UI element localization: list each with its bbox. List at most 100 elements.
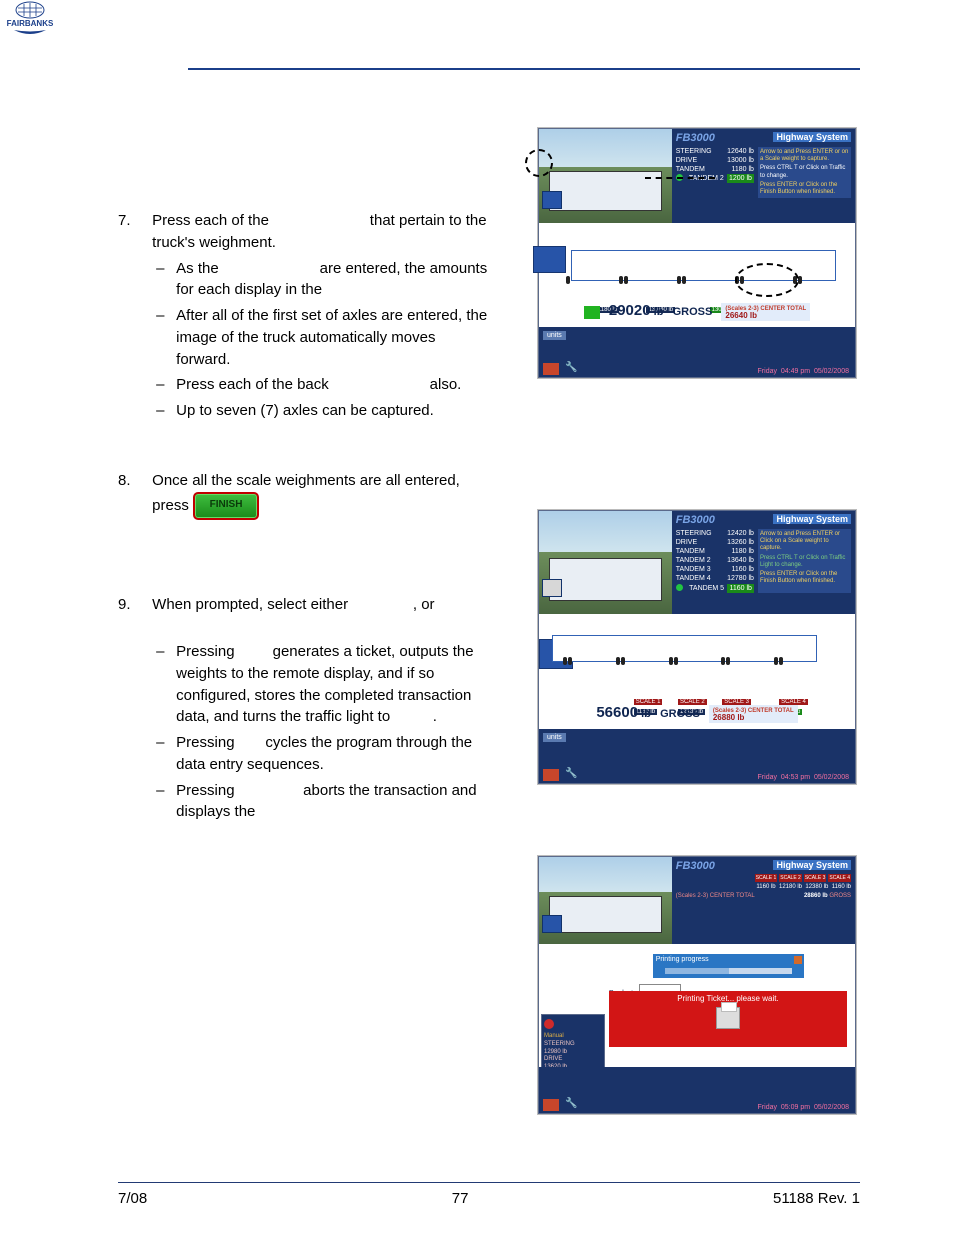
hint: Press ENTER or Click on the Finish Butto… (760, 182, 849, 196)
b: CANCEL. (152, 617, 217, 634)
sl: SCALE 2 (779, 874, 802, 882)
sl: SCALE 3 (804, 874, 827, 882)
footer-right: 51188 Rev. 1 (773, 1190, 860, 1207)
finish-button[interactable]: FINISH (193, 492, 259, 520)
footer-rule (118, 1182, 860, 1183)
units-tab[interactable]: units (543, 733, 566, 742)
red-led-icon (544, 1019, 554, 1029)
truck-diagram: 1180 lb 13,640 lb 13000 1200 lb 29020 lb… (539, 223, 855, 327)
brand-label: FB3000 (676, 514, 715, 526)
t: 05:09 pm (781, 1104, 810, 1111)
t: Press each of the back (176, 376, 333, 393)
v: 1160 lb (727, 584, 753, 593)
sv: 12180 lb (779, 884, 802, 890)
close-icon[interactable] (794, 956, 802, 964)
wrench-icon[interactable]: 🔧 (565, 768, 577, 779)
sl: SCALE 1 (755, 874, 778, 882)
u: lb (641, 708, 651, 720)
fairbanks-logo: FAIRBANKS (0, 0, 60, 36)
wrench-icon[interactable]: 🔧 (565, 1098, 577, 1109)
instructions-column: 7. Press each of the Scale Buttons that … (118, 210, 498, 861)
sv: 1160 lb (832, 884, 851, 890)
brand-label: FB3000 (676, 860, 715, 872)
step7-sub3: Press each of the back Scale Buttons als… (152, 374, 492, 396)
center-total: 26880 lb (713, 713, 745, 722)
status-bar: units 🔧 Friday 04:49 pm 05/02/2008 (539, 327, 855, 377)
screenshot-1: FB3000 Highway System STEERING12640 lb D… (538, 128, 856, 378)
axle-name: TANDEM (676, 165, 705, 174)
form-area: Manual STEERING 12980 lb DRIVE 13620 lb … (539, 944, 855, 1067)
exit-button[interactable] (543, 1099, 559, 1111)
ht: 28860 lb (804, 893, 828, 899)
manual-label: Manual (544, 1033, 602, 1041)
n: DRIVE (676, 538, 697, 547)
page-footer: 7/08 77 51188 Rev. 1 (118, 1190, 860, 1207)
t: As the (176, 260, 223, 277)
v: 13640 lb (727, 556, 754, 565)
step9-sub2: Pressing NO cycles the program through t… (152, 732, 492, 776)
axle-val: 1180 lb (732, 165, 754, 174)
system-title: Highway System (773, 514, 851, 524)
led-icon (676, 584, 683, 591)
s: 12980 lb (544, 1049, 602, 1057)
gross-value: 56600 (596, 704, 638, 721)
wrench-icon[interactable]: 🔧 (565, 362, 577, 373)
n: TANDEM 4 (676, 574, 711, 583)
status-bar: 🔧 Friday 05:09 pm 05/02/2008 (539, 1067, 855, 1113)
t: , or (413, 596, 435, 613)
l: GROSS (660, 708, 700, 720)
v: 12780 lb (727, 574, 754, 583)
exit-button[interactable] (543, 769, 559, 781)
truck-cab-icon (533, 246, 567, 273)
axle-val: 12640 lb (727, 147, 754, 156)
system-title: Highway System (773, 132, 851, 142)
b: YES (238, 643, 268, 660)
footer-center: 77 (452, 1190, 469, 1207)
exit-button[interactable] (543, 363, 559, 375)
gross-label: GROSS (673, 306, 713, 318)
step7-blank1: Scale Buttons (273, 212, 366, 229)
dt: 05/02/2008 (814, 774, 849, 781)
sv: 1160 lb (756, 884, 775, 890)
hint: Press CTRL T or Click on Traffic to chan… (760, 165, 849, 179)
step9-l1: When prompted, select either (152, 596, 352, 613)
callout-circle (735, 263, 799, 297)
step7-line1a: Press each of the (152, 212, 273, 229)
gross-readout: 56600 lb GROSS (Scales 2-3) CENTER TOTAL… (539, 704, 855, 723)
s: DRIVE (544, 1056, 602, 1064)
b: green (394, 708, 432, 725)
s: STEERING (544, 1041, 602, 1049)
printing-banner: Printing Ticket... please wait. (609, 991, 847, 1047)
brand-label: FB3000 (676, 132, 715, 144)
step-number: 8. (118, 470, 148, 492)
b: Scale Buttons (333, 376, 426, 393)
step-number: 7. (118, 210, 148, 232)
d: Friday (758, 1104, 777, 1111)
n: TANDEM 3 (676, 565, 711, 574)
cl: (Scales 2-3) CENTER TOTAL (676, 893, 755, 899)
hint: Arrow to and Press ENTER or on a Scale w… (760, 149, 849, 163)
t: Pressing (176, 782, 239, 799)
hint: Arrow to and Press ENTER or Click on a S… (760, 531, 849, 553)
progress-bar (665, 968, 792, 974)
t: . (433, 708, 437, 725)
day: Friday (758, 368, 777, 375)
units-tab[interactable]: units (543, 331, 566, 340)
callout-circle (525, 149, 553, 177)
axle-name: STEERING (676, 147, 712, 156)
readout-panel: FB3000 Highway System STEERING12640 lb D… (672, 129, 855, 223)
b: main screen. (260, 803, 346, 820)
system-title: Highway System (773, 860, 851, 870)
step-8: 8. Once all the scale weighments are all… (118, 470, 498, 520)
sl: SCALE 4 (828, 874, 851, 882)
t: Pressing (176, 734, 239, 751)
b: CANCEL (239, 782, 299, 799)
screenshot-3: FB3000 Highway System SCALE 1 SCALE 2 SC… (538, 856, 856, 1114)
step7-sub1: As the Scale Buttons are entered, the am… (152, 258, 492, 302)
status-square-icon (584, 306, 600, 319)
t: 04:53 pm (781, 774, 810, 781)
b: Scale Buttons (223, 260, 316, 277)
b: NO (239, 734, 262, 751)
hg: GROSS (829, 893, 851, 899)
printer-icon (716, 1007, 740, 1029)
